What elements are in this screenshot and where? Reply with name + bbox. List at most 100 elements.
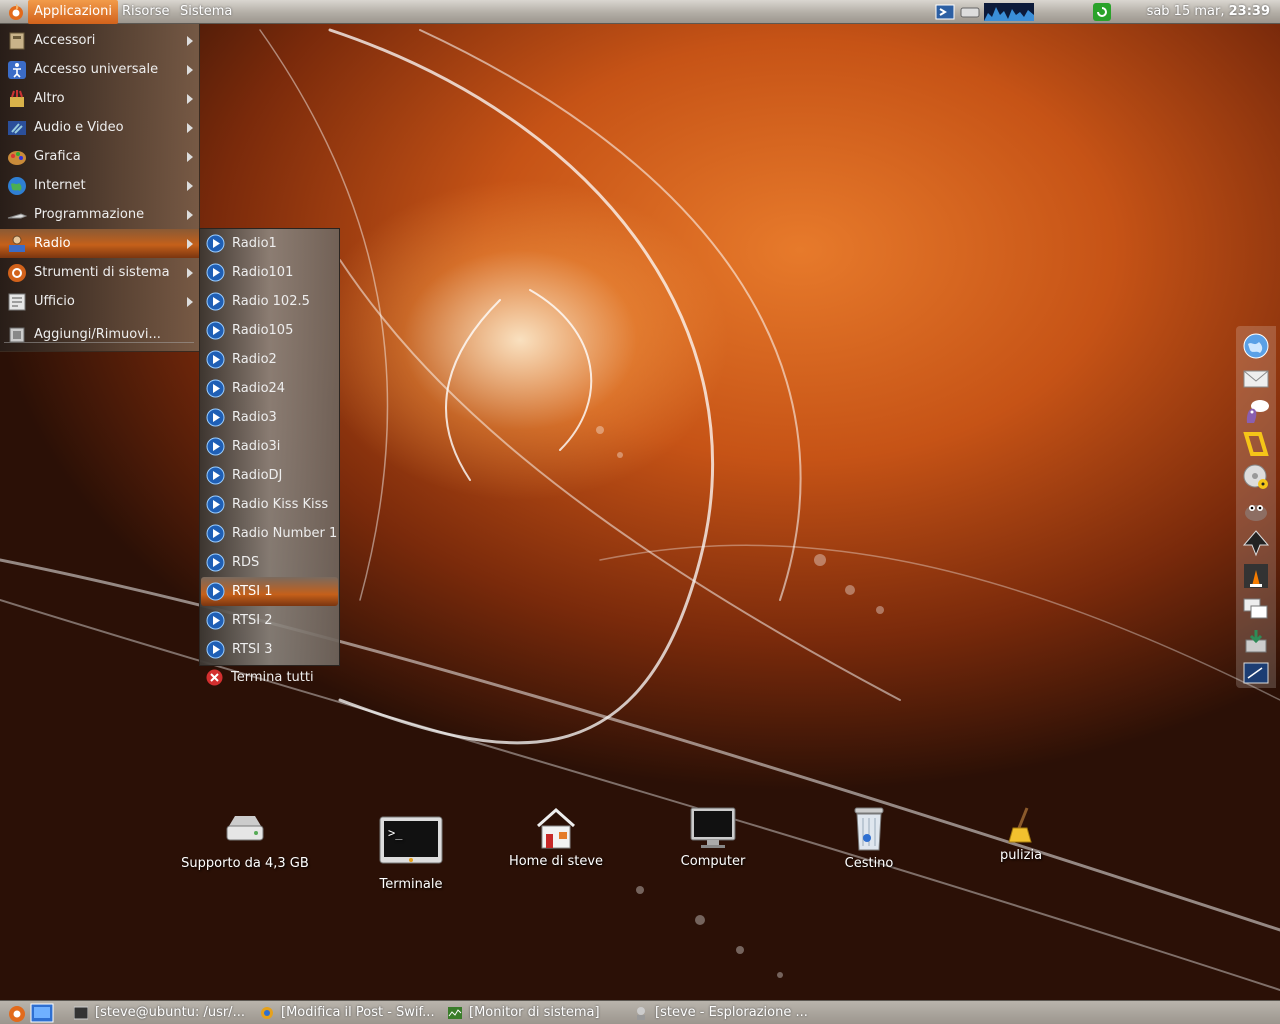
hard-drive-icon [226,816,264,841]
menu-item-label: Aggiungi/Rimuovi... [34,327,161,342]
play-icon [206,553,225,572]
accessibility-icon [8,61,26,79]
radio-icon [9,235,25,252]
menu-item-accessori[interactable]: Accessori [0,26,199,55]
radio-item-label: Termina tutti [231,670,314,685]
radio-item-rtsi-3[interactable]: RTSI 3 [201,635,338,664]
menu-item-accesso-universale[interactable]: Accesso universale [0,55,199,84]
broom-icon [1008,807,1032,843]
desktop-icon-computer[interactable]: Computer [666,806,760,869]
menu-item-programmazione[interactable]: Programmazione [0,200,199,229]
radio-item-radio3[interactable]: Radio3 [201,403,338,432]
desktop-icon-trash[interactable]: Cestino [830,806,908,871]
play-icon [206,524,225,543]
radio-item-radio2[interactable]: Radio2 [201,345,338,374]
radio-submenu: Radio1 Radio101 Radio 102.5 Radio105 Rad… [199,228,340,666]
play-icon [206,350,225,369]
update-notifier-icon[interactable] [1092,3,1112,21]
radio-item-label: RTSI 2 [232,613,273,628]
task-label: [steve - Esplorazione ... [655,1005,808,1020]
play-icon [206,408,225,427]
desktop-icon-drive[interactable]: Supporto da 4,3 GB [170,812,320,871]
taskbar-item-swiftfox[interactable]: [Modifica il Post - Swif... [260,1002,436,1024]
taskbar-item-system-monitor[interactable]: [Monitor di sistema] [448,1002,608,1024]
desktop-icon-terminal[interactable]: >_ Terminale [370,815,452,892]
menu-item-internet[interactable]: Internet [0,171,199,200]
play-icon [206,437,225,456]
menu-item-label: Accessori [34,33,96,48]
menu-risorse[interactable]: Risorse [116,0,176,24]
clock[interactable]: sab 15 mar, 23:39 [1147,0,1270,24]
ubuntu-bottom-logo-icon[interactable] [6,1003,28,1023]
svg-text:>_: >_ [388,826,403,840]
task-label: [Modifica il Post - Swif... [281,1005,435,1020]
radio-item-label: Radio24 [232,381,286,396]
vlc-media-icon[interactable] [1242,562,1270,590]
radio-item-rds[interactable]: RDS [201,548,338,577]
bottom-panel: [steve@ubuntu: /usr/... [Modifica il Pos… [0,1000,1280,1024]
radio-item-radio24[interactable]: Radio24 [201,374,338,403]
radio-item-radio1[interactable]: Radio1 [201,229,338,258]
radio-item-radio101[interactable]: Radio101 [201,258,338,287]
monitor-small-icon [448,1006,462,1019]
play-icon [206,640,225,659]
menu-item-ufficio[interactable]: Ufficio [0,287,199,316]
stop-all-icon [206,669,223,686]
show-desktop-icon[interactable] [30,1003,54,1023]
radio-item-rtsi-1[interactable]: RTSI 1 [201,577,338,606]
desktop-icon-home[interactable]: Home di steve [500,806,612,869]
screen-share-icon[interactable] [935,3,955,21]
radio-item-radio-kiss-kiss[interactable]: Radio Kiss Kiss [201,490,338,519]
terminal-icon: >_ [379,816,443,864]
menu-sistema[interactable]: Sistema [174,0,238,24]
radio-item-radiodj[interactable]: RadioDJ [201,461,338,490]
menu-item-label: Internet [34,178,86,193]
menu-item-radio[interactable]: Radio [0,229,199,258]
inkscape-icon[interactable] [1242,529,1270,557]
ubuntu-logo-icon[interactable] [7,3,25,21]
play-icon [206,466,225,485]
cd-burner-icon[interactable] [1242,463,1270,491]
programming-icon [7,213,27,219]
add-remove-icon [9,327,25,343]
radio-item-label: Radio 102.5 [232,294,310,309]
menu-item-aggiungi-rimuovi[interactable]: Aggiungi/Rimuovi... [0,320,199,349]
openoffice-icon[interactable] [1242,430,1270,458]
browser-globe-icon[interactable] [1242,332,1270,360]
menu-applicazioni[interactable]: Applicazioni [28,0,118,24]
package-install-icon[interactable] [1242,628,1270,656]
taskbar-item-file-browser[interactable]: [steve - Esplorazione ... [634,1002,814,1024]
mail-icon[interactable] [1242,365,1270,393]
system-tools-icon [8,264,26,282]
radio-item-radio-number-1[interactable]: Radio Number 1 [201,519,338,548]
radio-item-label: Radio3i [232,439,281,454]
radio-item-termina-tutti[interactable]: Termina tutti [200,663,337,692]
desktop-icon-label: Computer [680,854,746,869]
menu-item-strumenti-di-sistema[interactable]: Strumenti di sistema [0,258,199,287]
drive-icon[interactable] [959,3,981,21]
desktop-icon-label: Home di steve [508,854,604,869]
radio-item-radio3i[interactable]: Radio3i [201,432,338,461]
menu-item-label: Radio [34,236,71,251]
desktop-icon-cleanup[interactable]: pulizia [990,806,1052,863]
gimp-icon[interactable] [1242,496,1270,524]
play-icon [206,582,225,601]
radio-item-radio-102-5[interactable]: Radio 102.5 [201,287,338,316]
terminal-dock-icon[interactable] [1242,660,1270,688]
system-monitor-graph-icon[interactable] [984,3,1034,21]
radio-item-rtsi-2[interactable]: RTSI 2 [201,606,338,635]
taskbar-item-terminal[interactable]: [steve@ubuntu: /usr/... [74,1002,246,1024]
menu-item-altro[interactable]: Altro [0,84,199,113]
menu-item-audio-e-video[interactable]: Audio e Video [0,113,199,142]
radio-item-label: RDS [232,555,260,570]
play-icon [206,379,225,398]
clock-time: 23:39 [1228,4,1270,19]
graphics-icon [8,151,26,165]
radio-item-label: Radio105 [232,323,294,338]
windows-icon[interactable] [1242,595,1270,623]
radio-item-radio105[interactable]: Radio105 [201,316,338,345]
menu-item-label: Grafica [34,149,81,164]
clock-date: sab 15 mar, [1146,4,1225,19]
menu-item-grafica[interactable]: Grafica [0,142,199,171]
pidgin-chat-icon[interactable] [1242,397,1270,425]
